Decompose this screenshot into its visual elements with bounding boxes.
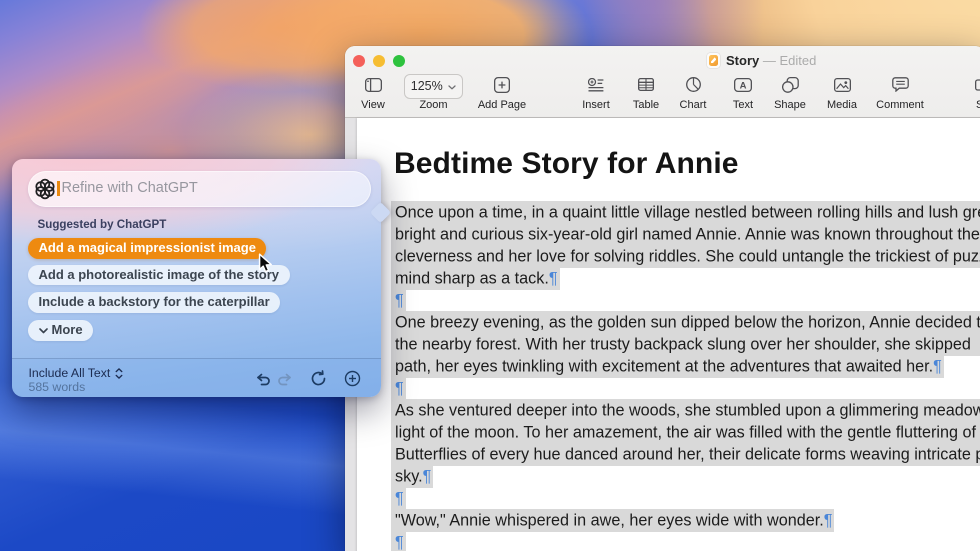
svg-text:A: A: [740, 80, 747, 91]
